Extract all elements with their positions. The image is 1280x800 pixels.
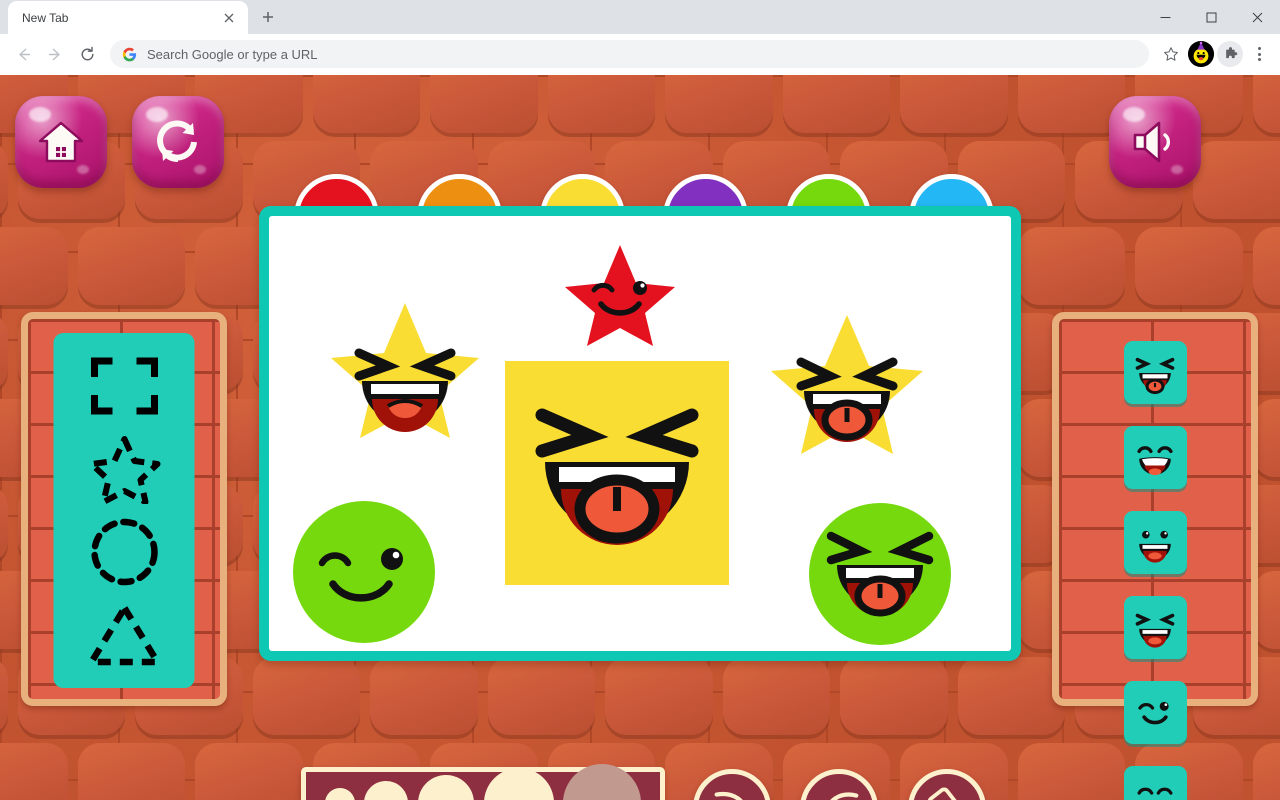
brush-size-4[interactable] — [483, 768, 554, 800]
close-window-button[interactable] — [1234, 1, 1280, 33]
redo-arrow-icon — [714, 791, 743, 800]
refresh-icon — [157, 120, 197, 163]
browser-window: New Tab Search Google or type a URL — [0, 0, 1280, 800]
reload-icon[interactable] — [72, 39, 102, 69]
sound-button[interactable] — [1109, 96, 1201, 188]
wink-face-icon — [1138, 701, 1169, 724]
kiss-face-icon — [1137, 787, 1173, 800]
back-arrow-icon[interactable] — [8, 39, 38, 69]
star-icon[interactable] — [1157, 40, 1185, 68]
reset-button[interactable] — [132, 96, 224, 188]
address-bar-text: Search Google or type a URL — [147, 46, 318, 62]
circle-tool[interactable] — [84, 515, 164, 589]
avatar[interactable] — [1188, 41, 1214, 67]
squint-tongue-face-icon — [1135, 357, 1175, 394]
dashed-square-icon — [90, 357, 158, 415]
close-icon[interactable] — [220, 9, 238, 27]
toolbar-actions — [1157, 40, 1272, 68]
tab-title: New Tab — [22, 10, 69, 25]
square-tool[interactable] — [84, 349, 164, 423]
brush-size-bar — [301, 764, 665, 800]
yellow-star-laugh[interactable] — [331, 298, 479, 438]
green-circle-wink[interactable] — [293, 501, 435, 643]
three-dot-menu-icon[interactable] — [1246, 41, 1272, 67]
dashed-star-icon — [88, 436, 160, 505]
brush-size-3[interactable] — [417, 775, 474, 800]
brush-size-2[interactable] — [364, 781, 409, 800]
brush-size-1[interactable] — [324, 788, 355, 800]
shape-tools-strip — [53, 333, 195, 688]
face-big-smile[interactable] — [1123, 426, 1187, 489]
drawing-canvas[interactable] — [269, 216, 1011, 651]
red-star-wink[interactable] — [565, 242, 675, 346]
game-viewport — [0, 75, 1280, 800]
drawing-canvas-frame — [259, 206, 1021, 661]
face-open-eyes[interactable] — [1123, 511, 1187, 574]
open-eye-grin-icon — [1139, 530, 1171, 563]
undo-arrow-icon — [830, 792, 859, 800]
green-circle-tongue[interactable] — [809, 503, 951, 645]
window-controls — [1142, 0, 1280, 34]
face-wink[interactable] — [1123, 681, 1187, 744]
browser-toolbar: Search Google or type a URL — [0, 34, 1280, 75]
forward-arrow-icon[interactable] — [40, 39, 70, 69]
yellow-star-tongue[interactable] — [771, 310, 923, 454]
maximize-button[interactable] — [1188, 1, 1234, 33]
yellow-square-tongue[interactable] — [505, 361, 729, 585]
tab-strip: New Tab — [0, 0, 1280, 34]
dashed-triangle-icon — [87, 604, 161, 665]
minimize-button[interactable] — [1142, 1, 1188, 33]
home-button[interactable] — [15, 96, 107, 188]
smiling-face-icon — [1137, 445, 1173, 475]
speaker-icon — [1133, 121, 1170, 163]
brush-size-5[interactable] — [563, 764, 642, 800]
star-tool[interactable] — [84, 432, 164, 506]
shape-tools-panel — [21, 312, 227, 706]
triangle-tool[interactable] — [84, 598, 164, 672]
google-g-icon — [122, 47, 137, 61]
browser-tab[interactable]: New Tab — [8, 1, 248, 34]
new-tab-button[interactable] — [254, 3, 282, 31]
eraser-icon — [927, 787, 967, 800]
face-squint-laugh[interactable] — [1123, 596, 1187, 659]
address-bar[interactable]: Search Google or type a URL — [110, 40, 1149, 68]
home-icon — [38, 121, 84, 162]
emoji-grid — [1059, 319, 1251, 800]
squint-laugh-icon — [1135, 613, 1175, 648]
emoji-tools-panel — [1052, 312, 1258, 800]
dashed-circle-icon — [90, 518, 158, 586]
puzzle-piece-icon[interactable] — [1217, 41, 1243, 67]
face-kiss[interactable] — [1123, 766, 1187, 800]
face-tongue-squint[interactable] — [1123, 341, 1187, 404]
